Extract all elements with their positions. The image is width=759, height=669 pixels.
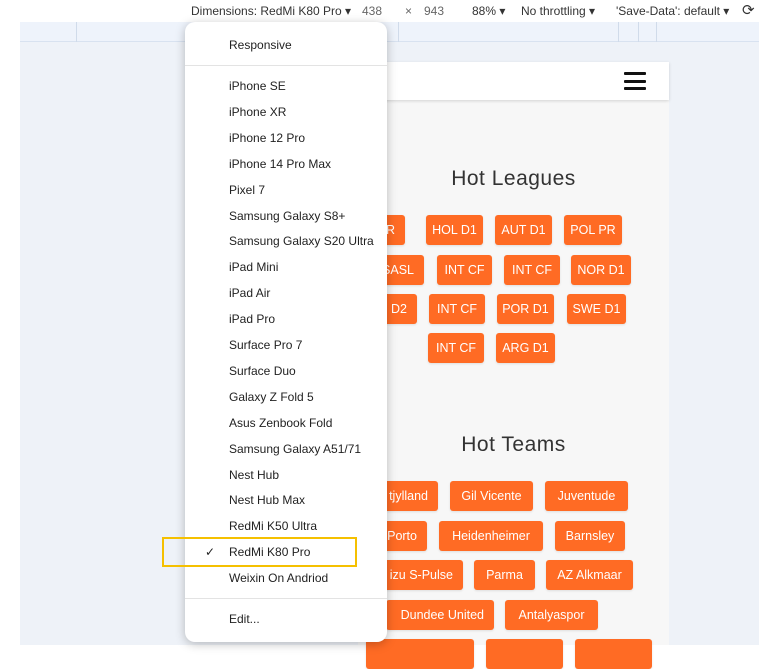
team-button[interactable]: Heidenheimer <box>439 521 543 551</box>
league-button[interactable]: POR D1 <box>497 294 554 324</box>
menu-item-device[interactable]: iPhone 12 Pro <box>185 126 387 150</box>
dimensions-dropdown[interactable]: Dimensions: RedMi K80 Pro ▾ <box>191 4 351 18</box>
team-button[interactable]: Antalyaspor <box>505 600 598 630</box>
height-input[interactable]: 943 <box>424 4 444 18</box>
league-button[interactable]: INT CF <box>504 255 560 285</box>
league-button[interactable]: HOL D1 <box>426 215 483 245</box>
team-button[interactable]: Parma <box>474 560 535 590</box>
team-button[interactable] <box>366 639 474 669</box>
league-button[interactable]: INT CF <box>429 294 485 324</box>
menu-item-edit[interactable]: Edit... <box>185 607 387 631</box>
checkmark-icon: ✓ <box>205 545 216 560</box>
league-button[interactable]: INT CF <box>428 333 484 363</box>
device-dropdown-menu: Responsive iPhone SE iPhone XR iPhone 12 P… <box>185 22 387 642</box>
menu-item-label: RedMi K80 Pro <box>229 545 311 560</box>
menu-item-device[interactable]: Samsung Galaxy S8+ <box>185 204 387 228</box>
zoom-dropdown[interactable]: 88% ▾ <box>472 4 505 18</box>
rotate-icon[interactable]: ⟳ <box>742 1 755 19</box>
menu-item-device[interactable]: iPhone 14 Pro Max <box>185 152 387 176</box>
menu-item-device[interactable]: Nest Hub Max <box>185 488 387 512</box>
menu-item-device[interactable]: iPad Mini <box>185 255 387 279</box>
menu-item-device[interactable]: Samsung Galaxy A51/71 <box>185 437 387 461</box>
menu-item-device[interactable]: Samsung Galaxy S20 Ultra <box>185 229 387 253</box>
menu-item-device[interactable]: ✓ RedMi K80 Pro <box>185 540 387 564</box>
menu-item-device[interactable]: Surface Pro 7 <box>185 333 387 357</box>
menu-item-device[interactable]: Galaxy Z Fold 5 <box>185 385 387 409</box>
times-sign: × <box>405 4 413 18</box>
menu-item-device[interactable]: Pixel 7 <box>185 178 387 202</box>
team-button[interactable] <box>575 639 652 669</box>
team-button[interactable]: AZ Alkmaar <box>546 560 633 590</box>
menu-item-device[interactable]: RedMi K50 Ultra <box>185 514 387 538</box>
media-query-ruler <box>20 22 759 42</box>
menu-item-device[interactable]: iPad Pro <box>185 307 387 331</box>
team-button[interactable]: Juventude <box>545 481 628 511</box>
team-button[interactable]: Gil Vicente <box>450 481 533 511</box>
league-button[interactable]: ARG D1 <box>496 333 555 363</box>
team-button[interactable]: Dundee United <box>386 600 494 630</box>
league-button[interactable]: INT CF <box>437 255 492 285</box>
menu-separator <box>185 598 387 599</box>
menu-item-device[interactable]: iPad Air <box>185 281 387 305</box>
save-data-dropdown[interactable]: 'Save-Data': default ▾ <box>616 4 729 18</box>
league-button[interactable]: AUT D1 <box>495 215 552 245</box>
menu-item-device[interactable]: Nest Hub <box>185 463 387 487</box>
menu-item-responsive[interactable]: Responsive <box>185 33 387 57</box>
site-header <box>358 62 669 100</box>
team-button[interactable]: Barnsley <box>555 521 625 551</box>
league-button[interactable]: POL PR <box>564 215 622 245</box>
menu-item-device[interactable]: Weixin On Andriod <box>185 566 387 590</box>
menu-item-device[interactable]: iPhone SE <box>185 74 387 98</box>
team-button[interactable] <box>486 639 563 669</box>
hot-teams-title: Hot Teams <box>461 433 566 456</box>
menu-item-device[interactable]: Asus Zenbook Fold <box>185 411 387 435</box>
hamburger-menu-icon[interactable] <box>624 72 646 90</box>
menu-item-device[interactable]: iPhone XR <box>185 100 387 124</box>
league-button[interactable]: NOR D1 <box>571 255 631 285</box>
league-button[interactable]: SWE D1 <box>567 294 626 324</box>
menu-item-device[interactable]: Surface Duo <box>185 359 387 383</box>
width-input[interactable]: 438 <box>362 4 382 18</box>
menu-separator <box>185 65 387 66</box>
device-toolbar: Dimensions: RedMi K80 Pro ▾ 438 × 943 88… <box>0 0 759 22</box>
device-viewport: Hot Leagues PRHOL D1AUT D1POL PRSASLINT … <box>358 62 669 669</box>
hot-leagues-title: Hot Leagues <box>451 167 576 190</box>
throttling-dropdown[interactable]: No throttling ▾ <box>521 4 595 18</box>
